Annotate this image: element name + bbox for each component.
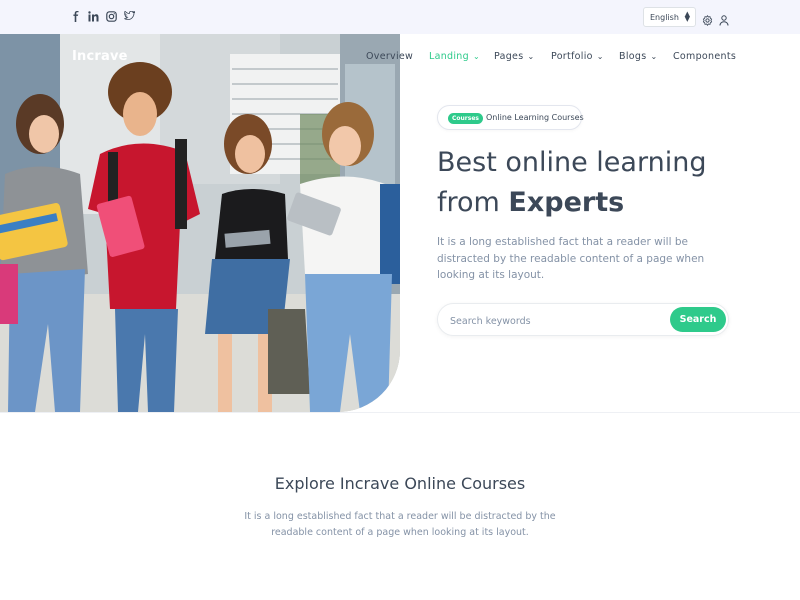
hero-description: It is a long established fact that a rea… xyxy=(437,236,705,281)
instagram-icon[interactable] xyxy=(106,10,117,22)
courses-badge: Courses xyxy=(448,113,483,124)
nav-item-blogs[interactable]: Blogs ⌄ xyxy=(619,51,657,62)
linkedin-icon[interactable] xyxy=(88,10,99,22)
courses-badge-pill: Courses Online Learning Courses xyxy=(437,105,584,130)
hero-title-emphasis: Experts xyxy=(508,187,625,218)
brand-logo[interactable]: Incrave xyxy=(72,49,128,64)
language-select-value: English xyxy=(650,12,679,22)
nav-item-label: Landing xyxy=(429,51,469,62)
section-text: It is a long established fact that a rea… xyxy=(244,511,556,538)
search-button[interactable]: Search xyxy=(670,307,726,332)
courses-badge-text: Online Learning Courses xyxy=(486,113,584,122)
social-links xyxy=(70,10,135,22)
section-divider xyxy=(0,412,800,413)
nav-item-portfolio[interactable]: Portfolio ⌄ xyxy=(551,51,604,62)
nav-item-label: Overview xyxy=(366,51,414,62)
chevron-down-icon: ⌄ xyxy=(650,52,658,61)
nav-item-pages[interactable]: Pages ⌄ xyxy=(494,51,534,62)
nav-item-label: Components xyxy=(673,51,737,62)
nav-item-overview[interactable]: Overview xyxy=(366,51,413,62)
nav-item-label: Pages xyxy=(494,51,524,62)
select-arrows-icon: ▲ ▼ xyxy=(684,10,690,23)
nav-item-components[interactable]: Components xyxy=(673,51,736,62)
search-form: Search xyxy=(437,303,729,336)
user-icon[interactable] xyxy=(719,11,730,26)
hero-title-prefix: from xyxy=(437,187,509,218)
search-input[interactable] xyxy=(450,312,650,330)
section-title: Explore Incrave Online Courses xyxy=(274,474,526,493)
settings-icon[interactable] xyxy=(702,11,713,26)
facebook-icon[interactable] xyxy=(70,10,81,22)
top-bar: English ▲ ▼ xyxy=(0,0,800,34)
twitter-icon[interactable] xyxy=(124,10,135,22)
nav-item-landing[interactable]: Landing ⌄ xyxy=(429,51,480,62)
hero-title-line1: Best online learning xyxy=(437,147,707,178)
language-select[interactable]: English ▲ ▼ xyxy=(643,7,696,27)
chevron-down-icon: ⌄ xyxy=(596,52,604,61)
chevron-down-icon: ⌄ xyxy=(472,52,480,61)
hero-students-image xyxy=(0,34,400,412)
chevron-down-icon: ⌄ xyxy=(527,52,535,61)
hero-title: Best online learning from Experts xyxy=(437,143,767,223)
nav-item-label: Portfolio xyxy=(551,51,593,62)
nav-item-label: Blogs xyxy=(619,51,647,62)
